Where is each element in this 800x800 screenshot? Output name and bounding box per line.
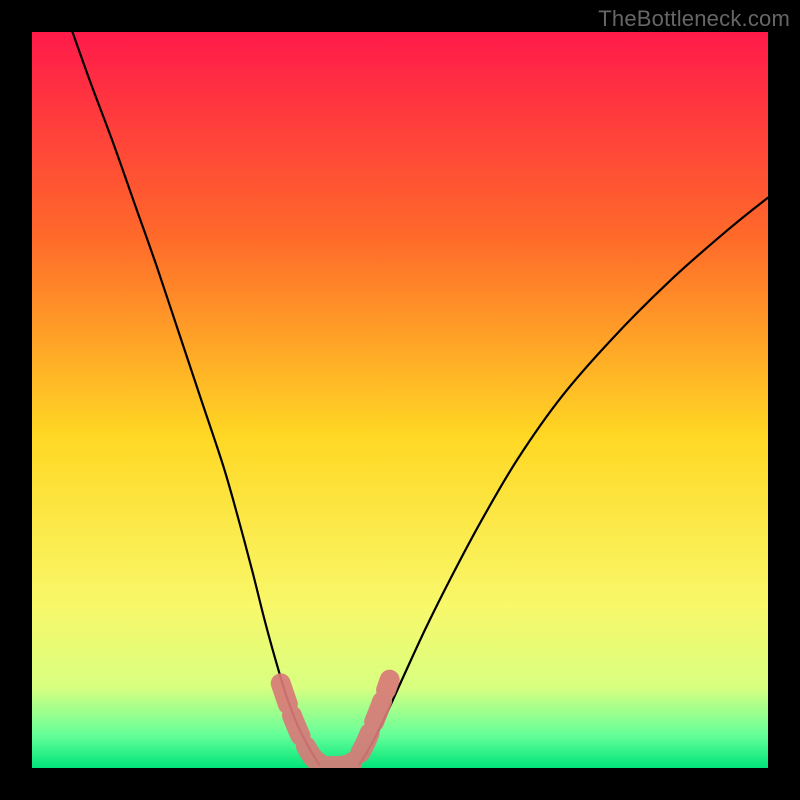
chart-frame: TheBottleneck.com <box>0 0 800 800</box>
watermark-text: TheBottleneck.com <box>598 6 790 32</box>
gradient-background <box>32 32 768 768</box>
plot-area <box>32 32 768 768</box>
chart-svg <box>32 32 768 768</box>
